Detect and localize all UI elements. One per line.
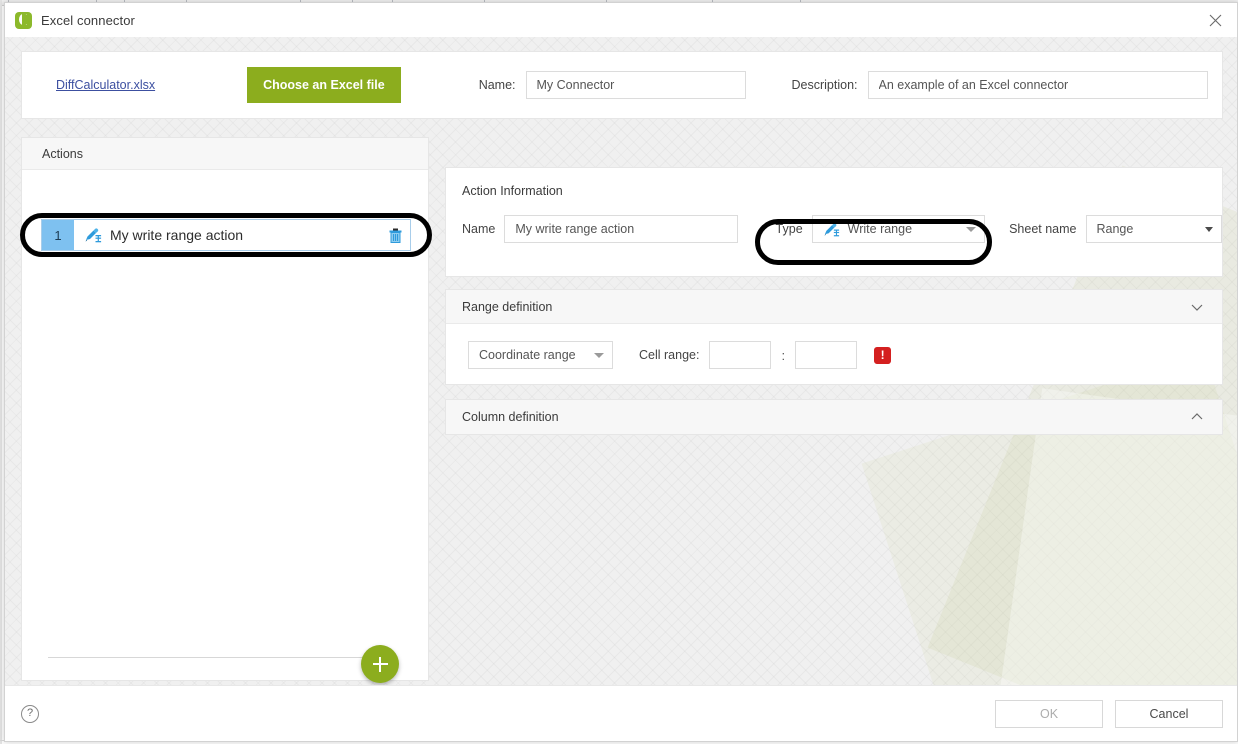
dialog-footer: ? OK Cancel — [5, 685, 1237, 741]
range-definition-header[interactable]: Range definition — [446, 290, 1222, 324]
range-definition-panel: Range definition Coordinate range Cell r… — [445, 289, 1223, 385]
actions-panel: Actions 1 My write range action — [21, 137, 429, 683]
sheet-name-select[interactable]: Range — [1085, 215, 1222, 243]
chevron-down-icon[interactable] — [1190, 300, 1204, 314]
action-type-field-label: Type — [775, 222, 803, 236]
background-left-edge — [0, 0, 2, 744]
column-definition-header[interactable]: Column definition — [446, 400, 1222, 434]
chevron-down-icon — [966, 226, 977, 232]
actions-list: 1 My write range action — [22, 170, 428, 685]
connector-name-label: Name: — [478, 78, 516, 92]
dialog-title: Excel connector — [41, 12, 135, 28]
sheet-name-value: Range — [1096, 222, 1134, 236]
cell-range-separator: : — [781, 347, 786, 363]
connector-name-input[interactable] — [525, 71, 746, 99]
action-information-title: Action Information — [462, 184, 563, 198]
range-type-value: Coordinate range — [479, 348, 576, 362]
close-icon[interactable] — [1193, 3, 1237, 37]
connector-header-card: DiffCalculator.xlsx Choose an Excel file… — [21, 51, 1223, 119]
dialog-titlebar: Excel connector — [5, 3, 1237, 37]
dialog-body: DiffCalculator.xlsx Choose an Excel file… — [5, 37, 1237, 685]
cancel-button[interactable]: Cancel — [1115, 699, 1223, 728]
action-name-field-label: Name — [462, 222, 496, 236]
action-information-panel: Action Information Name Type — [445, 167, 1223, 277]
ok-button[interactable]: OK — [995, 699, 1103, 728]
cell-range-end-input[interactable] — [795, 341, 858, 369]
excel-file-link[interactable]: DiffCalculator.xlsx — [56, 78, 155, 92]
chevron-down-icon — [594, 352, 604, 358]
chevron-up-icon[interactable] — [1190, 410, 1204, 424]
column-definition-title: Column definition — [462, 410, 559, 424]
excel-connector-icon — [15, 11, 32, 29]
range-type-select[interactable]: Coordinate range — [468, 341, 613, 369]
connector-description-input[interactable] — [867, 71, 1208, 99]
action-type-value: Write range — [847, 222, 913, 236]
trash-icon[interactable] — [380, 220, 410, 250]
write-range-icon — [823, 222, 840, 237]
action-name-label: My write range action — [110, 227, 244, 243]
range-definition-row: Coordinate range Cell range: : ! — [446, 341, 1222, 369]
choose-excel-file-button[interactable]: Choose an Excel file — [247, 67, 401, 103]
error-icon[interactable]: ! — [874, 346, 892, 364]
action-name-input[interactable] — [504, 215, 738, 243]
write-range-icon — [84, 227, 102, 243]
chevron-down-icon — [1205, 226, 1213, 232]
action-list-item[interactable]: 1 My write range action — [41, 219, 411, 251]
cell-range-start-input[interactable] — [709, 341, 772, 369]
column-definition-panel: Column definition — [445, 399, 1223, 435]
connector-description-label: Description: — [791, 78, 858, 92]
add-action-button[interactable] — [361, 645, 399, 683]
sheet-name-field-label: Sheet name — [1009, 222, 1077, 236]
actions-list-divider — [48, 657, 366, 658]
cell-range-label: Cell range: — [639, 348, 700, 362]
action-information-row: Name Type — [446, 215, 1222, 243]
action-type-select[interactable]: Write range — [811, 215, 986, 243]
help-icon[interactable]: ? — [21, 704, 39, 723]
excel-connector-dialog: Excel connector DiffCalculator.xlsx Choo… — [4, 2, 1238, 742]
actions-panel-header: Actions — [22, 138, 428, 170]
range-definition-title: Range definition — [462, 299, 553, 314]
action-index: 1 — [42, 220, 74, 250]
